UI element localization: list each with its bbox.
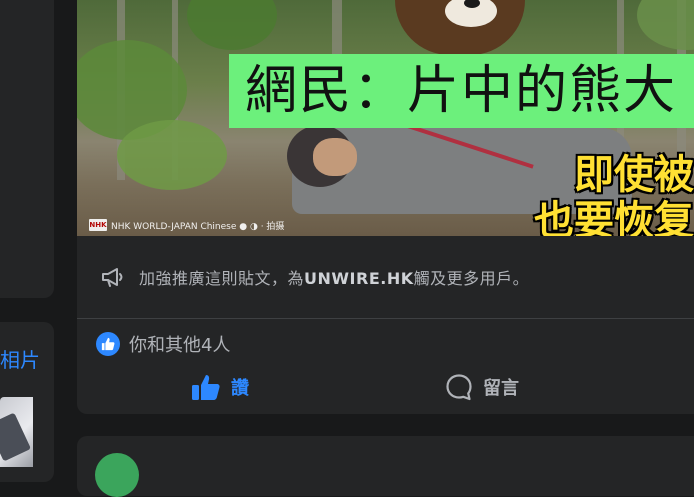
megaphone-icon — [102, 268, 123, 287]
person-face — [313, 138, 357, 176]
boost-text: 加強推廣這則貼文，為UNWIRE.HK觸及更多用戶。 — [139, 265, 529, 289]
photos-section-link[interactable]: 相片 — [0, 345, 40, 375]
subtitle-line-2: 也要恢复 — [534, 198, 694, 236]
thumbs-up-icon — [192, 375, 220, 400]
like-button[interactable]: 讚 — [191, 366, 249, 408]
caption-banner-text: 網民：片中的熊大 — [245, 61, 678, 121]
boost-page-name: UNWIRE.HK — [304, 269, 414, 288]
foliage — [187, 0, 277, 50]
next-post-card — [77, 436, 694, 497]
foliage — [637, 0, 694, 50]
photo-thumbnail[interactable] — [0, 397, 33, 467]
like-reaction-icon — [96, 332, 120, 356]
foliage — [117, 120, 227, 190]
boost-post-prompt[interactable]: 加強推廣這則貼文，為UNWIRE.HK觸及更多用戶。 — [77, 236, 694, 318]
comment-button[interactable]: 留言 — [445, 366, 519, 408]
avatar[interactable] — [95, 453, 139, 497]
post-video[interactable]: 網民：片中的熊大 即使被 也要恢复 NHK NHK WORLD-JAPAN Ch… — [77, 0, 694, 236]
nhk-logo: NHK — [89, 219, 107, 231]
reaction-count: 你和其他4人 — [129, 335, 231, 356]
boost-text-prefix: 加強推廣這則貼文，為 — [139, 269, 305, 288]
left-sidebar-card — [0, 0, 54, 298]
reactions-summary[interactable]: 你和其他4人 — [96, 331, 230, 357]
post-card: 網民：片中的熊大 即使被 也要恢复 NHK NHK WORLD-JAPAN Ch… — [77, 0, 694, 414]
comment-label: 留言 — [483, 378, 519, 399]
broadcaster-watermark: NHK NHK WORLD-JAPAN Chinese ● ◑ · 拍摄 — [89, 218, 284, 232]
watermark-text: NHK WORLD-JAPAN Chinese ● ◑ · 拍摄 — [111, 221, 285, 232]
comment-bubble-icon — [446, 374, 472, 401]
boost-text-suffix: 觸及更多用戶。 — [413, 269, 530, 288]
thumbnail-object — [0, 412, 32, 462]
post-actions: 讚 留言 — [77, 366, 694, 408]
reactions-divider — [77, 318, 694, 319]
like-label: 讚 — [231, 378, 249, 399]
